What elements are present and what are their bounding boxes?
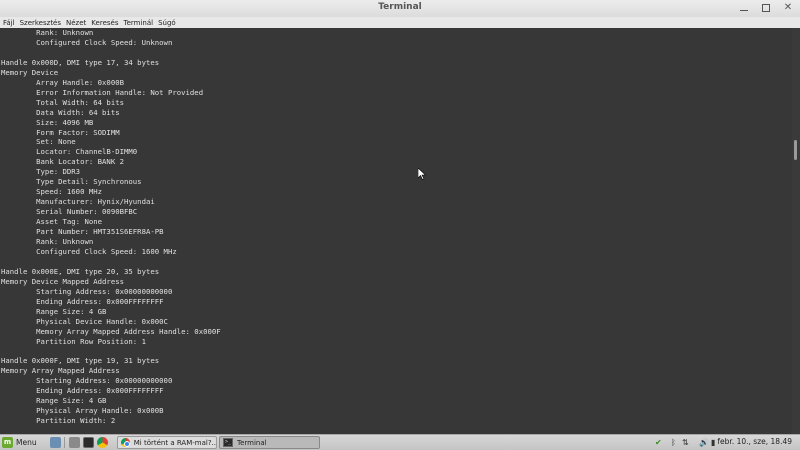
battery-icon[interactable]: ▮ <box>711 436 715 449</box>
terminal-launcher-icon[interactable] <box>83 437 94 448</box>
minimize-icon <box>740 10 748 11</box>
clock[interactable]: febr. 10., sze, 18.49 <box>717 437 792 446</box>
menu-bar: Fájl Szerkesztés Nézet Keresés Terminál … <box>0 17 800 28</box>
menu-search[interactable]: Keresés <box>91 19 118 27</box>
menu-edit[interactable]: Szerkesztés <box>20 19 61 27</box>
terminal-icon: >_ <box>223 438 233 447</box>
terminal-text: Rank: Unknown Configured Clock Speed: Un… <box>1 28 221 426</box>
show-desktop-icon[interactable] <box>50 437 61 448</box>
volume-icon[interactable]: 🔊 <box>699 436 709 449</box>
start-menu-label: Menu <box>16 438 37 447</box>
network-icon[interactable]: ⇅ <box>682 436 689 449</box>
menu-terminal[interactable]: Terminál <box>123 19 153 27</box>
task-terminal-label: Terminal <box>237 438 267 447</box>
window-title: Terminal <box>378 2 422 12</box>
close-button[interactable]: ✕ <box>782 2 794 14</box>
task-terminal[interactable]: >_ Terminal <box>219 436 320 449</box>
task-chrome-label: Mi történt a RAM-mal?... <box>133 438 216 447</box>
window-controls: ✕ <box>738 2 794 14</box>
update-manager-icon[interactable]: ✔ <box>655 436 662 449</box>
close-icon: ✕ <box>783 2 793 13</box>
maximize-button[interactable] <box>760 2 772 14</box>
start-menu-button[interactable]: m Menu <box>2 436 48 449</box>
minimize-button[interactable] <box>738 2 750 14</box>
menu-help[interactable]: Súgó <box>158 19 176 27</box>
taskbar-separator <box>64 437 65 448</box>
taskbar: m Menu Mi történt a RAM-mal?... >_ Termi… <box>0 434 800 450</box>
mouse-cursor-icon <box>418 168 426 180</box>
chrome-icon <box>121 438 130 447</box>
terminal-output[interactable]: Rank: Unknown Configured Clock Speed: Un… <box>0 28 792 434</box>
terminal-scrollbar[interactable] <box>792 28 800 434</box>
task-chrome[interactable]: Mi történt a RAM-mal?... <box>117 436 217 449</box>
menu-file[interactable]: Fájl <box>3 19 15 27</box>
chrome-launcher-icon[interactable] <box>97 437 108 448</box>
maximize-icon <box>762 4 770 12</box>
menu-view[interactable]: Nézet <box>66 19 86 27</box>
scrollbar-thumb[interactable] <box>794 140 797 160</box>
bluetooth-icon[interactable]: ᛒ <box>671 436 676 449</box>
title-bar[interactable]: Terminal ✕ <box>0 0 800 18</box>
file-manager-icon[interactable] <box>69 437 80 448</box>
mint-logo-icon: m <box>2 437 13 448</box>
